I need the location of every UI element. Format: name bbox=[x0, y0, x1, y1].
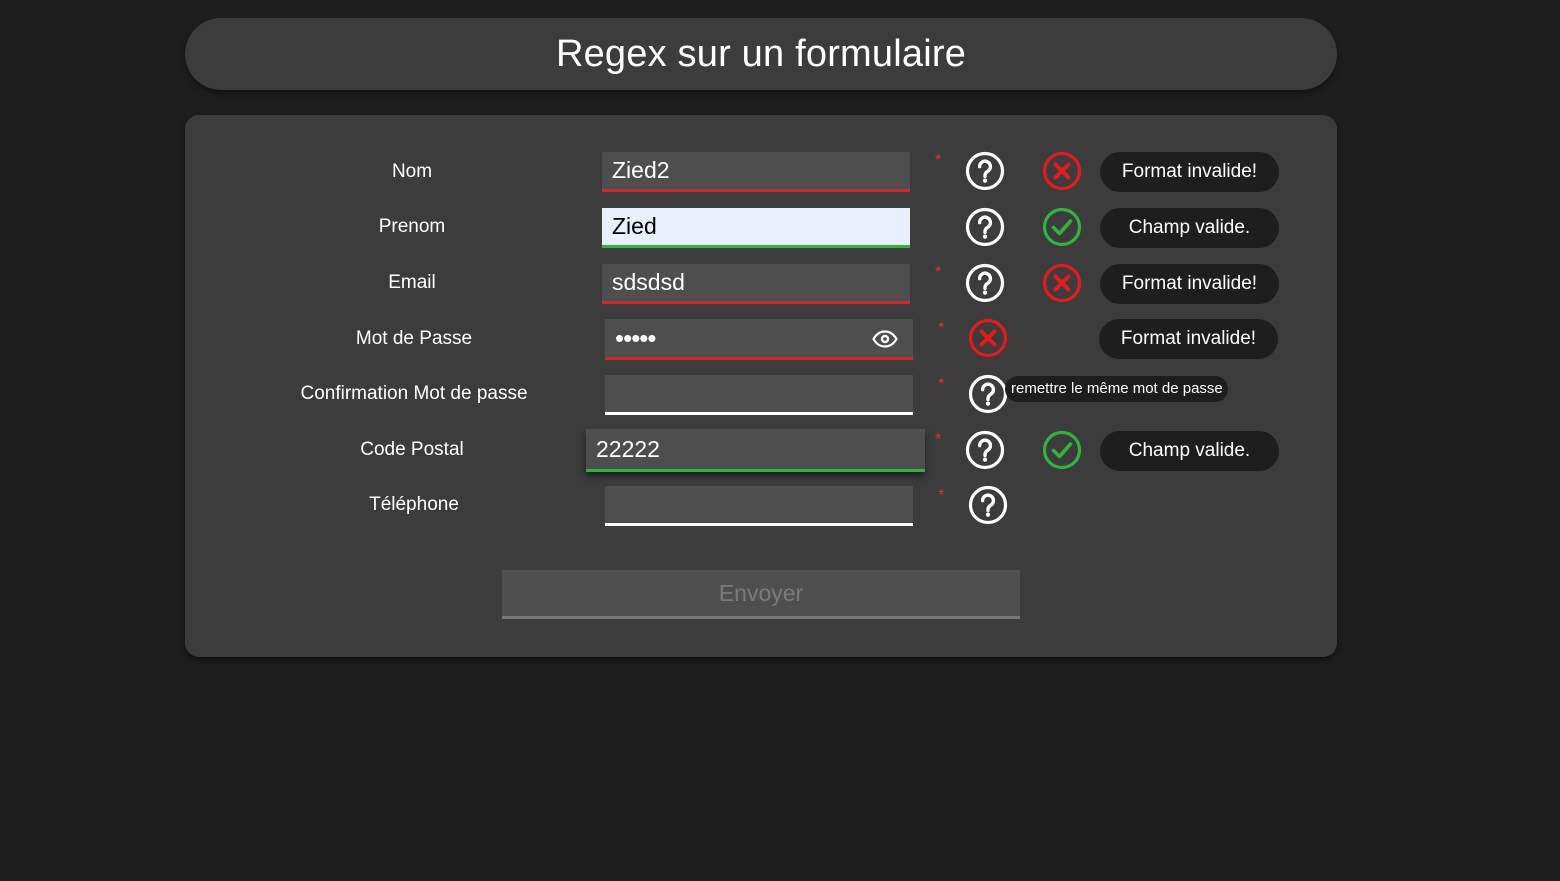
password-status-message: Format invalide! bbox=[1099, 319, 1278, 359]
eye-icon[interactable] bbox=[872, 330, 898, 348]
nom-status-message: Format invalide! bbox=[1100, 152, 1279, 192]
confirm-password-required-star: * bbox=[938, 376, 945, 393]
code-postal-status-message: Champ valide. bbox=[1100, 431, 1279, 471]
prenom-help-icon[interactable] bbox=[965, 207, 1005, 247]
prenom-input[interactable] bbox=[602, 208, 910, 248]
email-status-message: Format invalide! bbox=[1100, 264, 1279, 304]
telephone-label: Téléphone bbox=[369, 494, 459, 515]
telephone-help-icon[interactable] bbox=[968, 485, 1008, 525]
password-error-icon bbox=[968, 318, 1008, 358]
page-title: Regex sur un formulaire bbox=[555, 32, 967, 75]
nom-label: Nom bbox=[391, 161, 433, 182]
telephone-input[interactable] bbox=[605, 486, 913, 526]
prenom-label: Prenom bbox=[378, 216, 446, 237]
confirm-password-input[interactable] bbox=[605, 375, 913, 415]
code-postal-help-icon[interactable] bbox=[965, 430, 1005, 470]
code-postal-label: Code Postal bbox=[360, 439, 464, 460]
nom-input[interactable] bbox=[602, 152, 910, 192]
prenom-check-icon bbox=[1042, 207, 1082, 247]
nom-error-icon bbox=[1042, 151, 1082, 191]
confirm-password-help-icon[interactable] bbox=[968, 374, 1008, 414]
email-input[interactable] bbox=[602, 264, 910, 304]
email-help-icon[interactable] bbox=[965, 263, 1005, 303]
nom-required-star: * bbox=[935, 152, 942, 169]
code-postal-required-star: * bbox=[935, 431, 942, 448]
submit-button[interactable]: Envoyer bbox=[502, 570, 1020, 619]
prenom-status-message: Champ valide. bbox=[1100, 208, 1279, 248]
email-error-icon bbox=[1042, 263, 1082, 303]
email-required-star: * bbox=[935, 264, 942, 281]
confirm-password-label: Confirmation Mot de passe bbox=[300, 383, 528, 404]
regex-form: Nom * Format invalide! Prenom Champ vali… bbox=[185, 115, 1337, 657]
email-label: Email bbox=[388, 272, 436, 293]
code-postal-check-icon bbox=[1042, 430, 1082, 470]
nom-help-icon[interactable] bbox=[965, 151, 1005, 191]
password-label: Mot de Passe bbox=[355, 328, 473, 349]
page-header: Regex sur un formulaire bbox=[185, 18, 1337, 90]
code-postal-input[interactable] bbox=[586, 429, 925, 472]
password-input[interactable] bbox=[605, 319, 913, 360]
telephone-required-star: * bbox=[938, 487, 945, 504]
confirm-password-tooltip: remettre le même mot de passe bbox=[1005, 376, 1228, 402]
password-required-star: * bbox=[938, 320, 945, 337]
